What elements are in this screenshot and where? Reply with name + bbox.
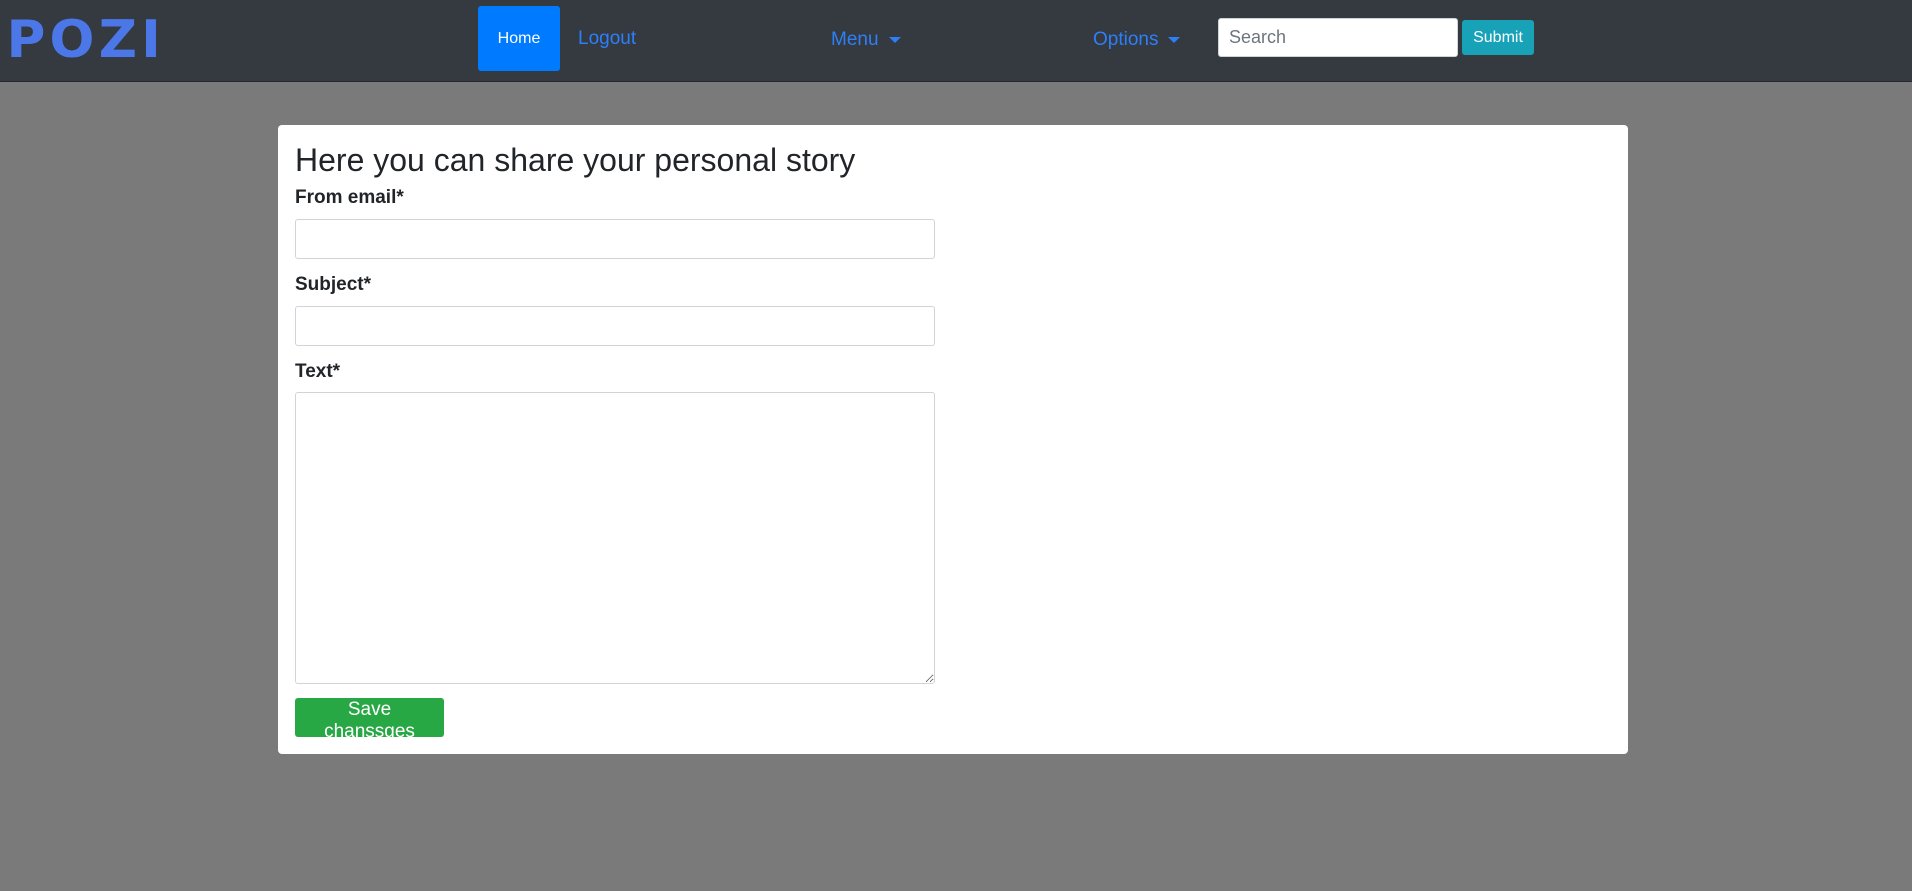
home-button[interactable]: Home [478,6,560,71]
menu-dropdown-toggle[interactable]: Menu [831,27,901,53]
options-dropdown-toggle[interactable]: Options [1093,27,1181,53]
options-dropdown-label: Options [1093,29,1159,50]
top-navbar: POZI Home Logout Menu Options Submit [0,0,1912,82]
story-form-card: Here you can share your personal story F… [278,125,1628,754]
subject-label: Subject* [295,274,372,295]
menu-dropdown-label: Menu [831,29,879,50]
save-changes-button[interactable]: Save chanssges [295,698,444,742]
brand-logo[interactable]: POZI [6,10,165,70]
text-area-field[interactable] [295,392,935,684]
search-input[interactable] [1218,18,1458,57]
logout-link[interactable]: Logout [578,26,636,52]
caret-down-icon [888,37,901,43]
from-email-field[interactable] [295,219,935,259]
text-label: Text* [295,361,341,382]
search-submit-button[interactable]: Submit [1462,20,1534,55]
caret-down-icon [1168,37,1181,43]
page-title: Here you can share your personal story [295,142,856,178]
from-email-label: From email* [295,187,404,208]
subject-field[interactable] [295,306,935,346]
brand-text: POZI [6,10,165,70]
